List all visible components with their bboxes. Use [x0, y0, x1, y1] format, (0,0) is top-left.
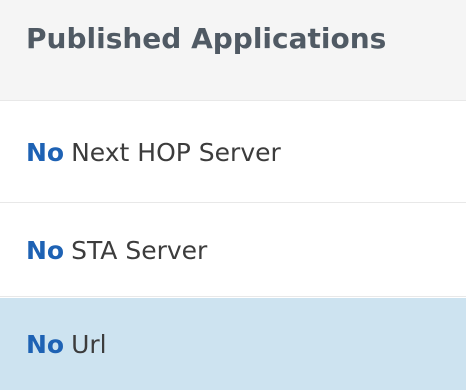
published-applications-panel: Published Applications No Next HOP Serve…	[0, 0, 466, 390]
list-item-url[interactable]: No Url	[0, 298, 466, 390]
list-item-label: STA Server	[71, 235, 208, 265]
status-badge: No	[26, 235, 65, 265]
panel-title: Published Applications	[26, 22, 387, 55]
status-badge: No	[26, 137, 65, 167]
list-item-label: Next HOP Server	[71, 137, 281, 167]
list-item-sta-server[interactable]: No STA Server	[0, 204, 466, 297]
status-badge: No	[26, 329, 65, 359]
panel-header: Published Applications	[0, 0, 466, 101]
list-item-next-hop-server[interactable]: No Next HOP Server	[0, 102, 466, 203]
list-item-label: Url	[71, 329, 107, 359]
